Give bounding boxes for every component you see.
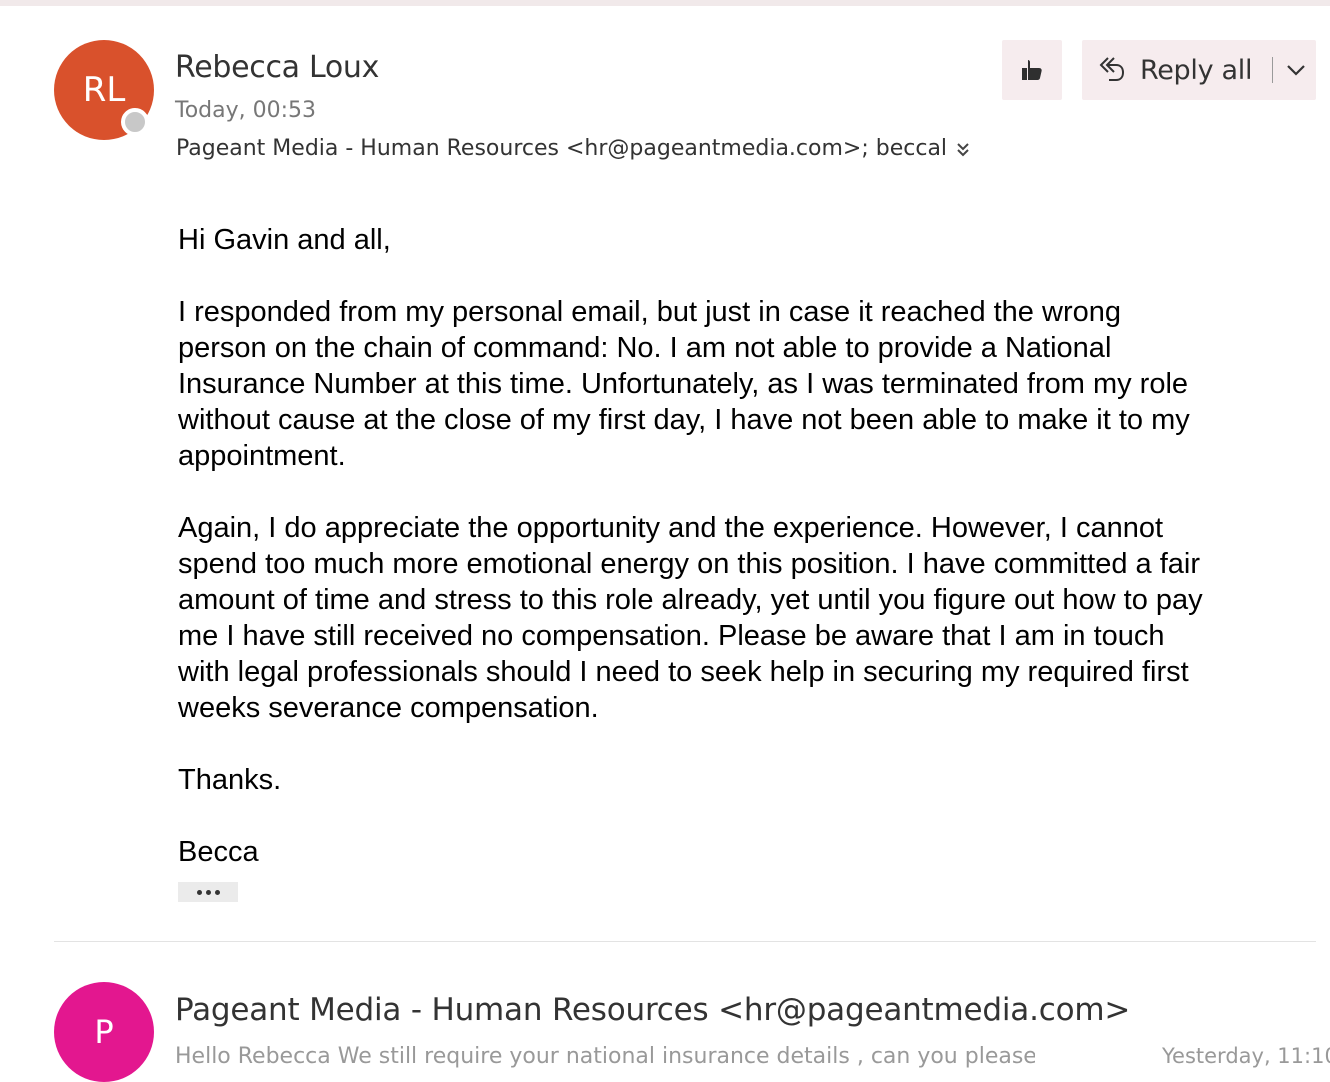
presence-status-icon [121, 108, 149, 136]
reply-all-button[interactable]: Reply all [1082, 40, 1253, 100]
body-closing: Thanks. [178, 764, 282, 796]
reply-all-group: Reply all [1082, 40, 1316, 100]
recipients-text: Pageant Media - Human Resources <hr@page… [176, 136, 948, 161]
reply-all-label: Reply all [1140, 54, 1253, 86]
show-quoted-text-button[interactable] [178, 882, 238, 902]
thumbs-up-icon [1022, 60, 1042, 80]
sender-name[interactable]: Rebecca Loux [175, 50, 379, 85]
reply-all-icon [1099, 57, 1125, 81]
body-greeting: Hi Gavin and all, [178, 224, 391, 256]
like-button[interactable] [1002, 40, 1062, 100]
body-paragraph-2: Again, I do appreciate the opportunity a… [178, 512, 1203, 724]
message-divider [54, 941, 1316, 942]
recipients-line[interactable]: Pageant Media - Human Resources <hr@page… [176, 136, 971, 161]
previous-time: Yesterday, 11:10 [1162, 1044, 1330, 1068]
previous-sender-avatar[interactable]: P [54, 982, 154, 1082]
body-paragraph-1: I responded from my personal email, but … [178, 296, 1190, 472]
reply-options-dropdown[interactable] [1273, 40, 1307, 100]
sent-time: Today, 00:53 [175, 98, 317, 123]
chevron-down-icon [1287, 65, 1305, 76]
body-signature: Becca [178, 836, 259, 868]
previous-snippet[interactable]: Hello Rebecca We still require your nati… [175, 1044, 1035, 1069]
previous-sender[interactable]: Pageant Media - Human Resources <hr@page… [175, 992, 1130, 1028]
top-edge [0, 0, 1330, 6]
message-body: Hi Gavin and all, I responded from my pe… [178, 222, 1318, 870]
expand-recipients-icon[interactable] [955, 139, 971, 159]
